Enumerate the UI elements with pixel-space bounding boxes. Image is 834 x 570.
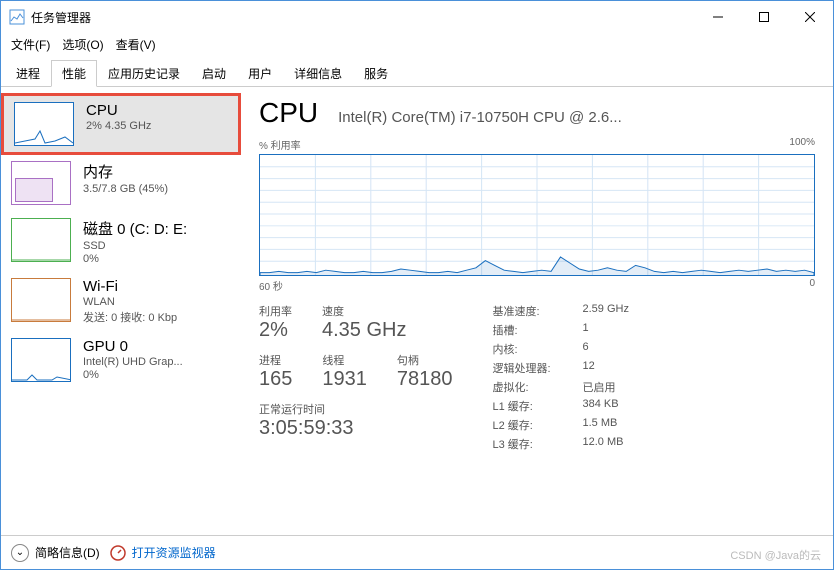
- sidebar-item-gpu[interactable]: GPU 0 Intel(R) UHD Grap... 0%: [1, 332, 241, 389]
- sidebar-disk-title: 磁盘 0 (C: D: E:: [83, 218, 187, 239]
- brief-info-button[interactable]: ⌄ 简略信息(D): [11, 544, 100, 562]
- stats-section: 利用率2% 速度4.35 GHz 进程165 线程1931 句柄78180 正常…: [259, 303, 815, 452]
- resmon-label: 打开资源监视器: [132, 544, 216, 561]
- brief-label: 简略信息(D): [35, 544, 100, 561]
- sidebar-disk-sub: SSD: [83, 240, 187, 252]
- threads-label: 线程: [322, 352, 367, 368]
- tab-users[interactable]: 用户: [237, 60, 283, 87]
- handles-value: 78180: [397, 368, 453, 391]
- sidebar-memory-title: 内存: [83, 161, 168, 182]
- base-speed-label: 基准速度:: [493, 303, 583, 319]
- virt-value: 已启用: [583, 379, 616, 395]
- titlebar: 任务管理器: [1, 1, 833, 33]
- sockets-value: 1: [583, 322, 589, 338]
- watermark: CSDN @Java的云: [730, 547, 821, 563]
- base-speed-value: 2.59 GHz: [583, 303, 629, 319]
- uptime-label: 正常运行时间: [259, 401, 453, 417]
- util-label: 利用率: [259, 303, 292, 319]
- virt-label: 虚拟化:: [493, 379, 583, 395]
- sidebar-memory-sub: 3.5/7.8 GB (45%): [83, 183, 168, 195]
- wifi-sparkline: [11, 278, 71, 322]
- l3-label: L3 缓存:: [493, 436, 583, 452]
- sidebar: CPU 2% 4.35 GHz 内存 3.5/7.8 GB (45%) 磁盘 0…: [1, 87, 241, 537]
- menubar: 文件(F) 选项(O) 查看(V): [1, 33, 833, 55]
- tab-details[interactable]: 详细信息: [283, 60, 353, 87]
- threads-value: 1931: [322, 368, 367, 391]
- chart-label-top-right: 100%: [789, 137, 815, 152]
- sidebar-wifi-title: Wi-Fi: [83, 278, 177, 295]
- tab-performance[interactable]: 性能: [51, 60, 97, 87]
- app-icon: [9, 9, 25, 25]
- open-resource-monitor-link[interactable]: 打开资源监视器: [110, 544, 216, 561]
- l2-label: L2 缓存:: [493, 417, 583, 433]
- sidebar-gpu-sub2: 0%: [83, 369, 183, 381]
- util-value: 2%: [259, 319, 292, 342]
- tab-app-history[interactable]: 应用历史记录: [97, 60, 191, 87]
- chevron-down-icon: ⌄: [11, 544, 29, 562]
- uptime-value: 3:05:59:33: [259, 417, 453, 440]
- sidebar-gpu-title: GPU 0: [83, 338, 183, 355]
- proc-label: 进程: [259, 352, 292, 368]
- sidebar-item-cpu[interactable]: CPU 2% 4.35 GHz: [1, 93, 241, 155]
- sidebar-item-memory[interactable]: 内存 3.5/7.8 GB (45%): [1, 155, 241, 212]
- sidebar-wifi-sub2: 发送: 0 接收: 0 Kbp: [83, 309, 177, 325]
- logical-label: 逻辑处理器:: [493, 360, 583, 376]
- sidebar-item-disk[interactable]: 磁盘 0 (C: D: E: SSD 0%: [1, 212, 241, 272]
- sidebar-disk-sub2: 0%: [83, 253, 187, 265]
- speed-value: 4.35 GHz: [322, 319, 406, 342]
- logical-value: 12: [583, 360, 595, 376]
- maximize-button[interactable]: [741, 1, 787, 33]
- menu-view[interactable]: 查看(V): [116, 36, 156, 53]
- proc-value: 165: [259, 368, 292, 391]
- sidebar-wifi-sub: WLAN: [83, 296, 177, 308]
- main-panel: CPU Intel(R) Core(TM) i7-10750H CPU @ 2.…: [241, 87, 833, 537]
- minimize-button[interactable]: [695, 1, 741, 33]
- window-controls: [695, 1, 833, 33]
- speed-label: 速度: [322, 303, 406, 319]
- chart-label-bottom-left: 60 秒: [259, 278, 283, 293]
- footer: ⌄ 简略信息(D) 打开资源监视器: [1, 535, 833, 569]
- resource-monitor-icon: [110, 545, 126, 561]
- menu-file[interactable]: 文件(F): [11, 36, 50, 53]
- sidebar-cpu-sub: 2% 4.35 GHz: [86, 120, 151, 132]
- stats-right: 基准速度:2.59 GHz 插槽:1 内核:6 逻辑处理器:12 虚拟化:已启用…: [493, 303, 629, 452]
- l3-value: 12.0 MB: [583, 436, 624, 452]
- memory-sparkline: [11, 161, 71, 205]
- l1-label: L1 缓存:: [493, 398, 583, 414]
- l2-value: 1.5 MB: [583, 417, 618, 433]
- cores-label: 内核:: [493, 341, 583, 357]
- tabbar: 进程 性能 应用历史记录 启动 用户 详细信息 服务: [1, 59, 833, 87]
- disk-sparkline: [11, 218, 71, 262]
- tab-startup[interactable]: 启动: [191, 60, 237, 87]
- sidebar-item-wifi[interactable]: Wi-Fi WLAN 发送: 0 接收: 0 Kbp: [1, 272, 241, 332]
- main-subtitle: Intel(R) Core(TM) i7-10750H CPU @ 2.6...: [338, 109, 815, 126]
- tab-services[interactable]: 服务: [353, 60, 399, 87]
- menu-options[interactable]: 选项(O): [62, 36, 103, 53]
- cpu-usage-chart: [259, 154, 815, 276]
- content: CPU 2% 4.35 GHz 内存 3.5/7.8 GB (45%) 磁盘 0…: [1, 87, 833, 537]
- sidebar-cpu-title: CPU: [86, 102, 151, 119]
- chart-label-top-left: % 利用率: [259, 137, 301, 152]
- cpu-sparkline: [14, 102, 74, 146]
- gpu-sparkline: [11, 338, 71, 382]
- sidebar-gpu-sub: Intel(R) UHD Grap...: [83, 356, 183, 368]
- sockets-label: 插槽:: [493, 322, 583, 338]
- chart-label-bottom-right: 0: [809, 278, 815, 293]
- handles-label: 句柄: [397, 352, 453, 368]
- l1-value: 384 KB: [583, 398, 619, 414]
- tab-processes[interactable]: 进程: [5, 60, 51, 87]
- window-title: 任务管理器: [31, 9, 695, 26]
- close-button[interactable]: [787, 1, 833, 33]
- main-title: CPU: [259, 97, 318, 129]
- cores-value: 6: [583, 341, 589, 357]
